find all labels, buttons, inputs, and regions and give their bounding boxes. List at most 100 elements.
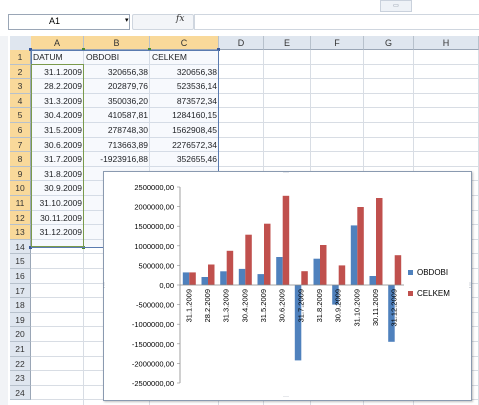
legend-swatch-celkem (408, 291, 413, 296)
bar-celkem-8 (320, 245, 327, 285)
bar-celkem-6 (282, 195, 290, 285)
column-header-c[interactable]: C (150, 36, 219, 50)
y-tick-label: 2000000,00 (134, 203, 174, 212)
row-header-19[interactable]: 19 (10, 312, 31, 328)
chart-resize-grip-right[interactable]: ⋮ (467, 282, 473, 289)
data-cell[interactable]: 31.7.2009 (31, 152, 84, 167)
range-handle[interactable] (82, 246, 85, 249)
column-header-g[interactable]: G (364, 36, 414, 50)
data-cell[interactable]: 31.12.2009 (31, 225, 84, 240)
row-header-7[interactable]: 7 (10, 137, 31, 153)
chart-resize-grip-bottom[interactable]: ··· (283, 394, 289, 400)
data-cell[interactable]: 410587,81 (84, 108, 150, 123)
row-header-11[interactable]: 11 (10, 196, 31, 211)
data-cell[interactable]: 1284160,15 (150, 108, 219, 123)
data-cell[interactable]: 350036,20 (84, 94, 150, 109)
data-cell[interactable]: 30.11.2009 (31, 211, 84, 226)
legend-label-obdobi: OBDOBI (417, 268, 449, 277)
row-header-2[interactable]: 2 (10, 64, 31, 80)
row-header-23[interactable]: 23 (10, 371, 31, 386)
header-cell-datum[interactable]: DATUM (31, 50, 84, 65)
row-header-12[interactable]: 12 (10, 210, 31, 226)
selection-handle[interactable] (29, 48, 32, 51)
row-header-17[interactable]: 17 (10, 283, 31, 299)
legend-swatch-obdobi (408, 270, 413, 275)
selection-handle[interactable] (29, 246, 32, 249)
range-handle[interactable] (82, 48, 85, 51)
row-header-18[interactable]: 18 (10, 298, 31, 313)
row-header-5[interactable]: 5 (10, 108, 31, 123)
left-gutter (0, 36, 8, 405)
column-header-d[interactable]: D (219, 36, 264, 50)
data-cell[interactable]: 30.4.2009 (31, 108, 84, 123)
data-cell[interactable]: 320656,38 (84, 65, 150, 80)
row-header-4[interactable]: 4 (10, 93, 31, 109)
row-header-20[interactable]: 20 (10, 327, 31, 342)
selection-handle[interactable] (217, 48, 220, 51)
x-tick-label: 31.8.2009 (315, 289, 324, 322)
chevron-down-icon[interactable]: ▾ (125, 16, 129, 24)
y-tick-label: -1000000,00 (132, 320, 174, 329)
data-cell[interactable]: -1923916,88 (84, 152, 150, 167)
y-tick-label: 1000000,00 (134, 242, 174, 251)
data-cell[interactable]: 523536,14 (150, 79, 219, 94)
y-tick-label: 2500000,00 (134, 183, 174, 192)
formula-input[interactable] (194, 14, 479, 30)
data-cell[interactable]: 31.1.2009 (31, 65, 84, 80)
data-cell[interactable]: 28.2.2009 (31, 79, 84, 94)
column-header-h[interactable]: H (414, 36, 479, 50)
bar-celkem-3 (226, 250, 234, 285)
row-header-3[interactable]: 3 (10, 79, 31, 94)
fx-icon[interactable]: fx (176, 14, 184, 24)
range-handle[interactable] (148, 48, 151, 51)
row-header-1[interactable]: 1 (10, 50, 31, 65)
bar-obdobi-4 (238, 268, 246, 285)
bar-obdobi-8 (313, 258, 320, 285)
row-header-22[interactable]: 22 (10, 356, 31, 372)
data-cell[interactable]: 202879,76 (84, 79, 150, 94)
row-header-16[interactable]: 16 (10, 269, 31, 284)
column-header-b[interactable]: B (84, 36, 150, 50)
x-tick-label: 31.1.2009 (184, 289, 193, 322)
name-box[interactable]: A1 ▾ (8, 14, 130, 30)
header-cell-celkem[interactable]: CELKEM (150, 50, 219, 65)
chart-resize-grip-left[interactable]: ⋮ (101, 282, 107, 289)
row-header-24[interactable]: 24 (10, 385, 31, 401)
row-header-13[interactable]: 13 (10, 225, 31, 240)
data-cell[interactable]: 31.5.2009 (31, 123, 84, 138)
row-header-8[interactable]: 8 (10, 152, 31, 167)
x-tick-label: 31.7.2009 (296, 289, 305, 322)
row-header-10[interactable]: 10 (10, 181, 31, 196)
y-tick-label: -1500000,00 (132, 340, 174, 349)
bar-obdobi-2 (201, 277, 208, 285)
data-cell[interactable]: 30.9.2009 (31, 181, 84, 196)
data-cell[interactable]: 31.10.2009 (31, 196, 84, 211)
row-header-9[interactable]: 9 (10, 166, 31, 182)
column-header-a[interactable]: A (31, 36, 84, 50)
column-header-f[interactable]: F (311, 36, 364, 50)
bar-celkem-7 (301, 271, 308, 285)
bar-celkem-2 (208, 264, 215, 285)
data-cell[interactable]: 31.8.2009 (31, 167, 84, 182)
legend-item-obdobi: OBDOBI (408, 268, 450, 277)
data-cell[interactable]: 320656,38 (150, 65, 219, 80)
column-header-e[interactable]: E (264, 36, 311, 50)
row-header-14[interactable]: 14 (10, 239, 31, 255)
data-cell[interactable]: 30.6.2009 (31, 138, 84, 153)
row-header-15[interactable]: 15 (10, 254, 31, 269)
row-header-6[interactable]: 6 (10, 123, 31, 138)
chart-resize-grip-top[interactable]: ··· (283, 170, 289, 176)
data-cell[interactable]: 2276572,34 (150, 138, 219, 153)
window-control[interactable]: ▭ (380, 0, 412, 12)
header-cell-obdobi[interactable]: OBDOBI (84, 50, 150, 65)
x-tick-label: 30.6.2009 (278, 289, 287, 322)
data-cell[interactable]: 873572,34 (150, 94, 219, 109)
data-cell[interactable]: 713663,89 (84, 138, 150, 153)
row-header-21[interactable]: 21 (10, 342, 31, 357)
data-cell[interactable]: 278748,30 (84, 123, 150, 138)
bar-obdobi-10 (350, 225, 358, 285)
data-cell[interactable]: 352655,46 (150, 152, 219, 167)
data-cell[interactable]: 1562908,45 (150, 123, 219, 138)
data-cell[interactable]: 31.3.2009 (31, 94, 84, 109)
y-tick-label: 1500000,00 (134, 222, 174, 231)
